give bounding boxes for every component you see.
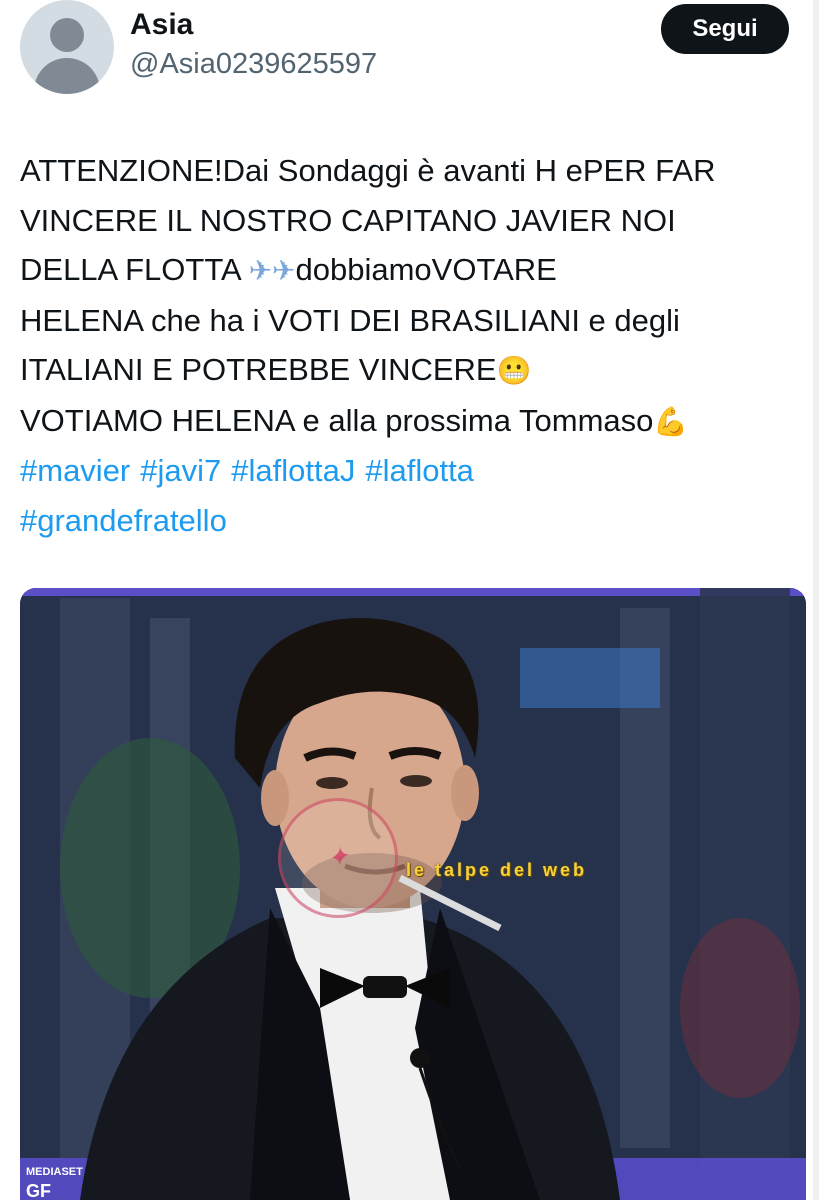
scrollbar[interactable] (813, 0, 819, 1200)
tweet-line-4: HELENA che ha i VOTI DEI BRASILIANI e de… (20, 302, 680, 338)
tweet-card: Asia @Asia0239625597 Segui ATTENZIONE!Da… (0, 0, 825, 1200)
airplane-icon: ✈ (272, 254, 296, 287)
follow-button[interactable]: Segui (661, 4, 789, 54)
hashtag-row: #grandefratello (20, 496, 810, 546)
show-logo-label: GF (26, 1181, 51, 1200)
tweet-line-5-text: ITALIANI E POTREBBE VINCERE (20, 352, 497, 387)
tweet-text: ATTENZIONE!Dai Sondaggi è avanti H ePER … (20, 146, 810, 545)
hashtag-row: #mavier #javi7 #laflottaJ #laflotta (20, 446, 810, 496)
flexed-biceps-icon: 💪 (653, 404, 689, 438)
hashtag-link[interactable]: #laflottaJ (231, 453, 355, 488)
avatar-body-shape (34, 58, 100, 94)
author-name[interactable]: Asia (130, 8, 193, 42)
tweet-line-5: ITALIANI E POTREBBE VINCERE😬 (20, 345, 810, 396)
hashtag-link[interactable]: #javi7 (140, 453, 221, 488)
tweet-line-3a: DELLA FLOTTA (20, 252, 249, 287)
avatar[interactable] (20, 0, 114, 94)
watermark-text-label: le talpe del web (406, 860, 588, 880)
grimacing-face-icon: 😬 (496, 354, 532, 387)
tweet-line-6: VOTIAMO HELENA e alla prossima Tommaso💪 (20, 396, 810, 447)
hashtag-link[interactable]: #laflotta (365, 453, 474, 488)
tweet-line-3b: dobbiamoVOTARE (295, 252, 557, 287)
hashtag-link[interactable]: #mavier (20, 453, 130, 488)
avatar-head-shape (50, 18, 84, 52)
broadcaster-label: MEDIASET (26, 1166, 83, 1178)
tweet-media-image[interactable]: ✦ le talpe del web MEDIASET GF (20, 588, 806, 1200)
tweet-line-6-text: VOTIAMO HELENA e alla prossima Tommaso (20, 402, 654, 438)
hashtag-link[interactable]: #grandefratello (20, 503, 227, 538)
airplane-icon: ✈ (248, 254, 273, 287)
watermark-text: le talpe del web (406, 860, 587, 881)
tweet-line-2: VINCERE IL NOSTRO CAPITANO JAVIER NOI (20, 202, 676, 238)
author-handle[interactable]: @Asia0239625597 (130, 48, 377, 81)
tweet-line-1: ATTENZIONE!Dai Sondaggi è avanti H ePER … (20, 153, 716, 188)
photo-illustration (20, 588, 806, 1200)
tweet-line-3: DELLA FLOTTA ✈✈dobbiamoVOTARE (20, 245, 810, 296)
